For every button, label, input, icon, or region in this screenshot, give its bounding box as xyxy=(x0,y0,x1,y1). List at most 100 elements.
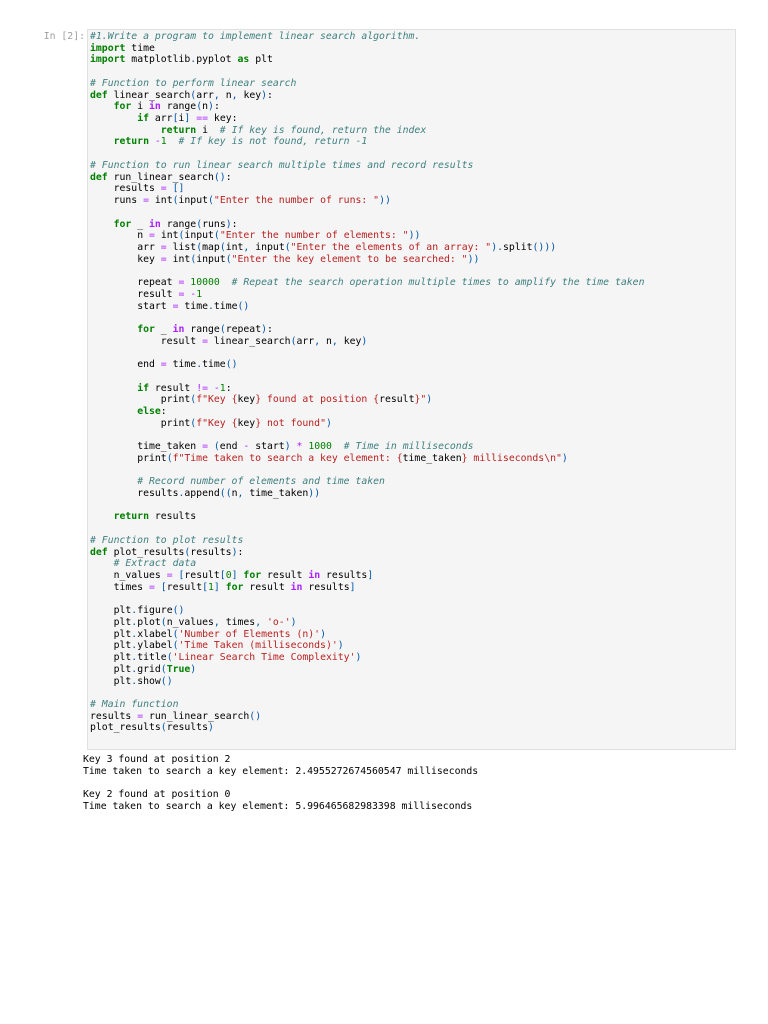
output-line: Time taken to search a key element: 5.99… xyxy=(83,800,473,812)
code-token: for xyxy=(137,323,155,335)
code-token: milliseconds\n" xyxy=(467,452,562,464)
code-token: : xyxy=(225,171,232,183)
output-line: Key 3 found at position 2 xyxy=(83,754,231,765)
code-token: != xyxy=(196,382,208,394)
code-token: results xyxy=(326,570,368,582)
code-line: time_taken = (end - start) * 1000 # Time… xyxy=(90,441,644,453)
code-line: return i # If key is found, return the i… xyxy=(90,125,644,137)
code-token: start xyxy=(137,300,167,312)
output-line: Time taken to search a key element: 2.49… xyxy=(83,765,479,777)
code-token: time_taken xyxy=(137,441,197,453)
code-token: plt xyxy=(113,652,132,664)
code-token: results xyxy=(137,488,179,500)
code-token: ) xyxy=(255,710,262,722)
code-line: else: xyxy=(90,406,644,418)
code-token: 1000 xyxy=(308,441,332,453)
code-token: # If key is found, return the index xyxy=(219,124,427,136)
code-token: input xyxy=(178,195,209,207)
code-token: for xyxy=(113,218,132,230)
code-token: plt xyxy=(113,640,132,652)
code-token: ) xyxy=(361,335,368,347)
code-token: ) xyxy=(414,230,421,242)
code-token: found at position xyxy=(261,394,374,406)
code-token: def xyxy=(90,546,108,558)
code-token: in xyxy=(308,570,321,582)
code-token: time xyxy=(172,359,197,371)
code-token: return xyxy=(113,511,149,523)
code-token: print xyxy=(160,417,191,429)
code-token: time xyxy=(184,300,208,312)
code-line: repeat = 10000 # Repeat the search opera… xyxy=(90,277,644,289)
code-token: append xyxy=(184,488,220,500)
code-token: key xyxy=(343,335,362,347)
code-token: # If key is not found, return -1 xyxy=(178,136,368,148)
code-token: plt xyxy=(113,605,132,617)
code-token: key xyxy=(243,89,262,101)
code-token: ) xyxy=(337,640,344,652)
code-token: 'Number of Elements (n)' xyxy=(178,628,321,640)
code-line: print(f"Key {key} found at position {res… xyxy=(90,394,644,406)
code-token: return xyxy=(113,136,149,148)
code-token: f"Key xyxy=(196,394,232,406)
code-token: results xyxy=(308,581,350,593)
code-line: # Function to perform linear search xyxy=(90,78,644,90)
code-token: import xyxy=(90,54,126,66)
code-token: "Enter the elements of an array: " xyxy=(290,241,492,253)
code-token: results xyxy=(154,511,197,523)
code-token: key xyxy=(137,253,155,265)
code-token: result xyxy=(160,335,197,347)
code-token: int xyxy=(160,230,179,242)
code-line: arr = list(map(int, input("Enter the ele… xyxy=(90,242,644,254)
code-token: repeat xyxy=(137,277,173,289)
code-editor[interactable]: #1.Write a program to implement linear s… xyxy=(90,31,644,734)
code-token: as xyxy=(237,54,250,66)
code-line: def plot_results(results): xyxy=(90,547,644,559)
code-line: if arr[i] == key: xyxy=(90,113,644,125)
code-line: result = linear_search(arr, n, key) xyxy=(90,336,644,348)
code-token: time_taken xyxy=(402,452,462,464)
code-token: : xyxy=(267,323,273,335)
code-token: # Function to plot results xyxy=(90,534,244,546)
code-line: if result != -1: xyxy=(90,383,644,395)
code-token: == xyxy=(196,113,209,125)
code-token: plt xyxy=(113,675,132,687)
code-token: start xyxy=(255,441,285,453)
code-token: matplotlib xyxy=(131,54,191,66)
code-token: results xyxy=(166,722,208,734)
code-token: result xyxy=(166,581,203,593)
code-token: else xyxy=(137,406,161,417)
code-token: arr xyxy=(137,241,155,253)
code-line: results = run_linear_search() xyxy=(90,711,644,723)
code-token: not found" xyxy=(261,417,326,429)
code-token: ] xyxy=(178,183,185,195)
code-token: ) xyxy=(166,675,173,687)
code-line: for i in range(n): xyxy=(90,101,644,113)
code-token: f"Key xyxy=(196,417,232,429)
code-line: def linear_search(arr, n, key): xyxy=(90,90,644,102)
code-token: if xyxy=(137,382,149,394)
code-token: in xyxy=(290,581,303,593)
code-token: : xyxy=(225,382,232,394)
code-line: print(f"Time taken to search a key eleme… xyxy=(90,453,644,465)
code-token: in xyxy=(149,101,161,113)
code-token: 'o-' xyxy=(267,616,291,628)
code-token: repeat xyxy=(225,323,262,335)
code-line: plt.show() xyxy=(90,676,644,688)
